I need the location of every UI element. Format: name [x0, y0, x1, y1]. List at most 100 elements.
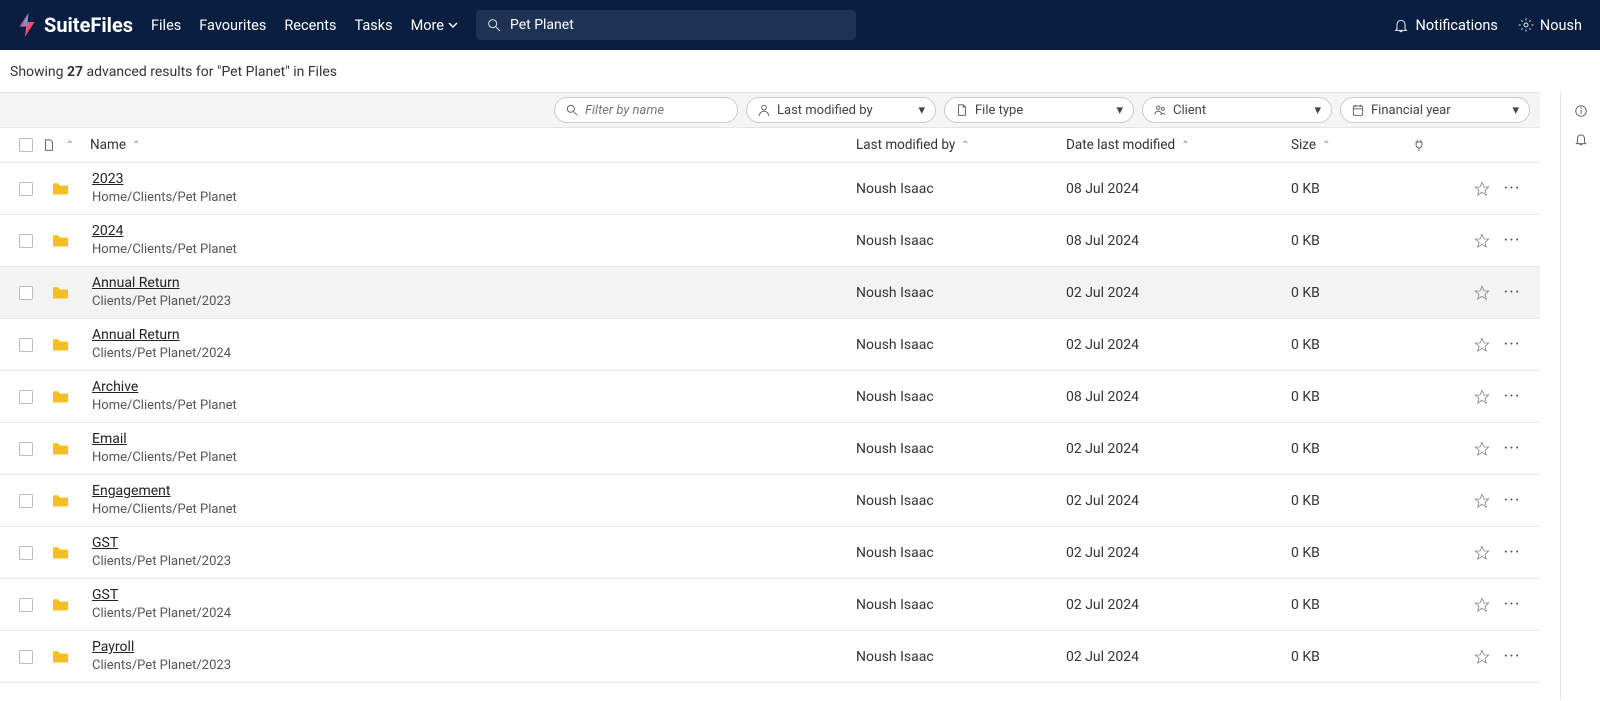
row-name-link[interactable]: GST [92, 587, 118, 604]
filter-financial-year[interactable]: Financial year▾ [1340, 97, 1530, 123]
row-size: 0 KB [1291, 233, 1371, 249]
row-more-button[interactable]: ··· [1503, 646, 1520, 667]
filter-name-input[interactable] [585, 103, 715, 118]
row-checkbox[interactable] [14, 234, 38, 248]
row-checkbox[interactable] [14, 546, 38, 560]
folder-icon [51, 389, 70, 404]
col-date-header[interactable]: Date last modified⌃ [1066, 137, 1291, 153]
person-icon [757, 103, 771, 117]
row-name-link[interactable]: 2024 [92, 223, 123, 240]
row-checkbox[interactable] [14, 390, 38, 404]
table-row[interactable]: GST Clients/Pet Planet/2023 Noush Isaac02 … [0, 527, 1540, 579]
star-icon[interactable] [1474, 597, 1490, 613]
row-modified-by: Noush Isaac [856, 545, 1066, 561]
row-checkbox[interactable] [14, 650, 38, 664]
row-date: 02 Jul 2024 [1066, 493, 1291, 509]
star-icon[interactable] [1474, 545, 1490, 561]
row-checkbox[interactable] [14, 598, 38, 612]
row-name-link[interactable]: Payroll [92, 639, 134, 656]
row-date: 02 Jul 2024 [1066, 597, 1291, 613]
search-box[interactable] [476, 10, 856, 40]
row-date: 02 Jul 2024 [1066, 545, 1291, 561]
row-modified-by: Noush Isaac [856, 389, 1066, 405]
star-icon[interactable] [1474, 233, 1490, 249]
main-nav: Files Favourites Recents Tasks More [151, 17, 458, 34]
sort-type[interactable]: ⌃ [60, 140, 80, 151]
row-type-icon [38, 181, 82, 196]
star-icon[interactable] [1474, 389, 1490, 405]
rows-container[interactable]: 2023 Home/Clients/Pet Planet Noush Isaac 08… [0, 163, 1540, 701]
row-checkbox[interactable] [14, 494, 38, 508]
table-row[interactable]: PayrollClients/Pet Planet/2023Noush Isaa… [0, 631, 1540, 683]
table-row[interactable]: EngagementHome/Clients/Pet PlanetNoush I… [0, 475, 1540, 527]
nav-tasks[interactable]: Tasks [355, 17, 393, 34]
caret-down-icon: ▾ [1314, 103, 1321, 118]
row-checkbox[interactable] [14, 286, 38, 300]
row-name-link[interactable]: 2023 [92, 171, 123, 188]
nav-favourites[interactable]: Favourites [199, 17, 266, 34]
table-row[interactable]: Annual ReturnClients/Pet Planet/2023Nous… [0, 267, 1540, 319]
filter-client[interactable]: Client▾ [1142, 97, 1332, 123]
row-path: Clients/Pet Planet/2023 [92, 554, 231, 570]
row-checkbox[interactable] [14, 338, 38, 352]
row-size: 0 KB [1291, 389, 1371, 405]
plug-icon [1412, 138, 1426, 152]
row-name-link[interactable]: GST [92, 535, 118, 552]
row-type-icon [38, 493, 82, 508]
file-icon [955, 103, 969, 117]
col-modified-by-header[interactable]: Last modified by⌃ [856, 137, 1066, 153]
table-row[interactable]: ArchiveHome/Clients/Pet PlanetNoush Isaa… [0, 371, 1540, 423]
filter-by-name[interactable] [554, 97, 738, 123]
row-checkbox[interactable] [14, 442, 38, 456]
row-name-link[interactable]: Annual Return [92, 327, 180, 344]
row-more-button[interactable]: ··· [1503, 594, 1520, 615]
notifications-button[interactable]: Notifications [1393, 17, 1497, 34]
caret-down-icon: ▾ [918, 103, 925, 118]
select-all[interactable] [14, 138, 38, 152]
row-more-button[interactable]: ··· [1503, 438, 1520, 459]
search-icon [565, 103, 579, 117]
table-row[interactable]: 2024Home/Clients/Pet PlanetNoush Isaac08… [0, 215, 1540, 267]
table-row[interactable]: 2023Home/Clients/Pet PlanetNoush Isaac08… [0, 163, 1540, 215]
folder-icon [51, 441, 70, 456]
nav-files[interactable]: Files [151, 17, 181, 34]
nav-more[interactable]: More [411, 17, 458, 34]
brand[interactable]: SuiteFiles [18, 12, 133, 38]
row-type-icon [38, 233, 82, 248]
row-name-link[interactable]: Archive [92, 379, 138, 396]
row-more-button[interactable]: ··· [1503, 542, 1520, 563]
table-row[interactable]: GSTClients/Pet Planet/2024Noush Isaac02 … [0, 579, 1540, 631]
star-icon[interactable] [1474, 285, 1490, 301]
row-checkbox[interactable] [14, 182, 38, 196]
row-size: 0 KB [1291, 597, 1371, 613]
row-size: 0 KB [1291, 493, 1371, 509]
table-row[interactable]: Annual ReturnClients/Pet Planet/2024Nous… [0, 319, 1540, 371]
star-icon[interactable] [1474, 493, 1490, 509]
row-name-link[interactable]: Email [92, 431, 127, 448]
table-row[interactable]: EmailHome/Clients/Pet PlanetNoush Isaac0… [0, 423, 1540, 475]
row-path: Home/Clients/Pet Planet [92, 450, 237, 466]
nav-recents[interactable]: Recents [284, 17, 336, 34]
filter-modified-by[interactable]: Last modified by▾ [746, 97, 936, 123]
col-name-header[interactable]: Name⌃ [80, 137, 856, 153]
star-icon[interactable] [1474, 441, 1490, 457]
row-name-link[interactable]: Engagement [92, 483, 170, 500]
star-icon[interactable] [1474, 181, 1490, 197]
user-menu[interactable]: Noush [1518, 17, 1582, 34]
row-more-button[interactable]: ··· [1503, 386, 1520, 407]
bell-icon[interactable] [1574, 132, 1588, 146]
filter-file-type[interactable]: File type▾ [944, 97, 1134, 123]
client-icon [1153, 103, 1167, 117]
star-icon[interactable] [1474, 337, 1490, 353]
search-input[interactable] [510, 17, 846, 33]
row-more-button[interactable]: ··· [1503, 334, 1520, 355]
row-more-button[interactable]: ··· [1503, 230, 1520, 251]
info-icon[interactable] [1574, 104, 1588, 118]
col-size-header[interactable]: Size⌃ [1291, 137, 1371, 153]
row-date: 08 Jul 2024 [1066, 181, 1291, 197]
row-more-button[interactable]: ··· [1503, 282, 1520, 303]
row-name-link[interactable]: Annual Return [92, 275, 180, 292]
row-more-button[interactable]: ··· [1503, 178, 1520, 199]
row-more-button[interactable]: ··· [1503, 490, 1520, 511]
star-icon[interactable] [1474, 649, 1490, 665]
